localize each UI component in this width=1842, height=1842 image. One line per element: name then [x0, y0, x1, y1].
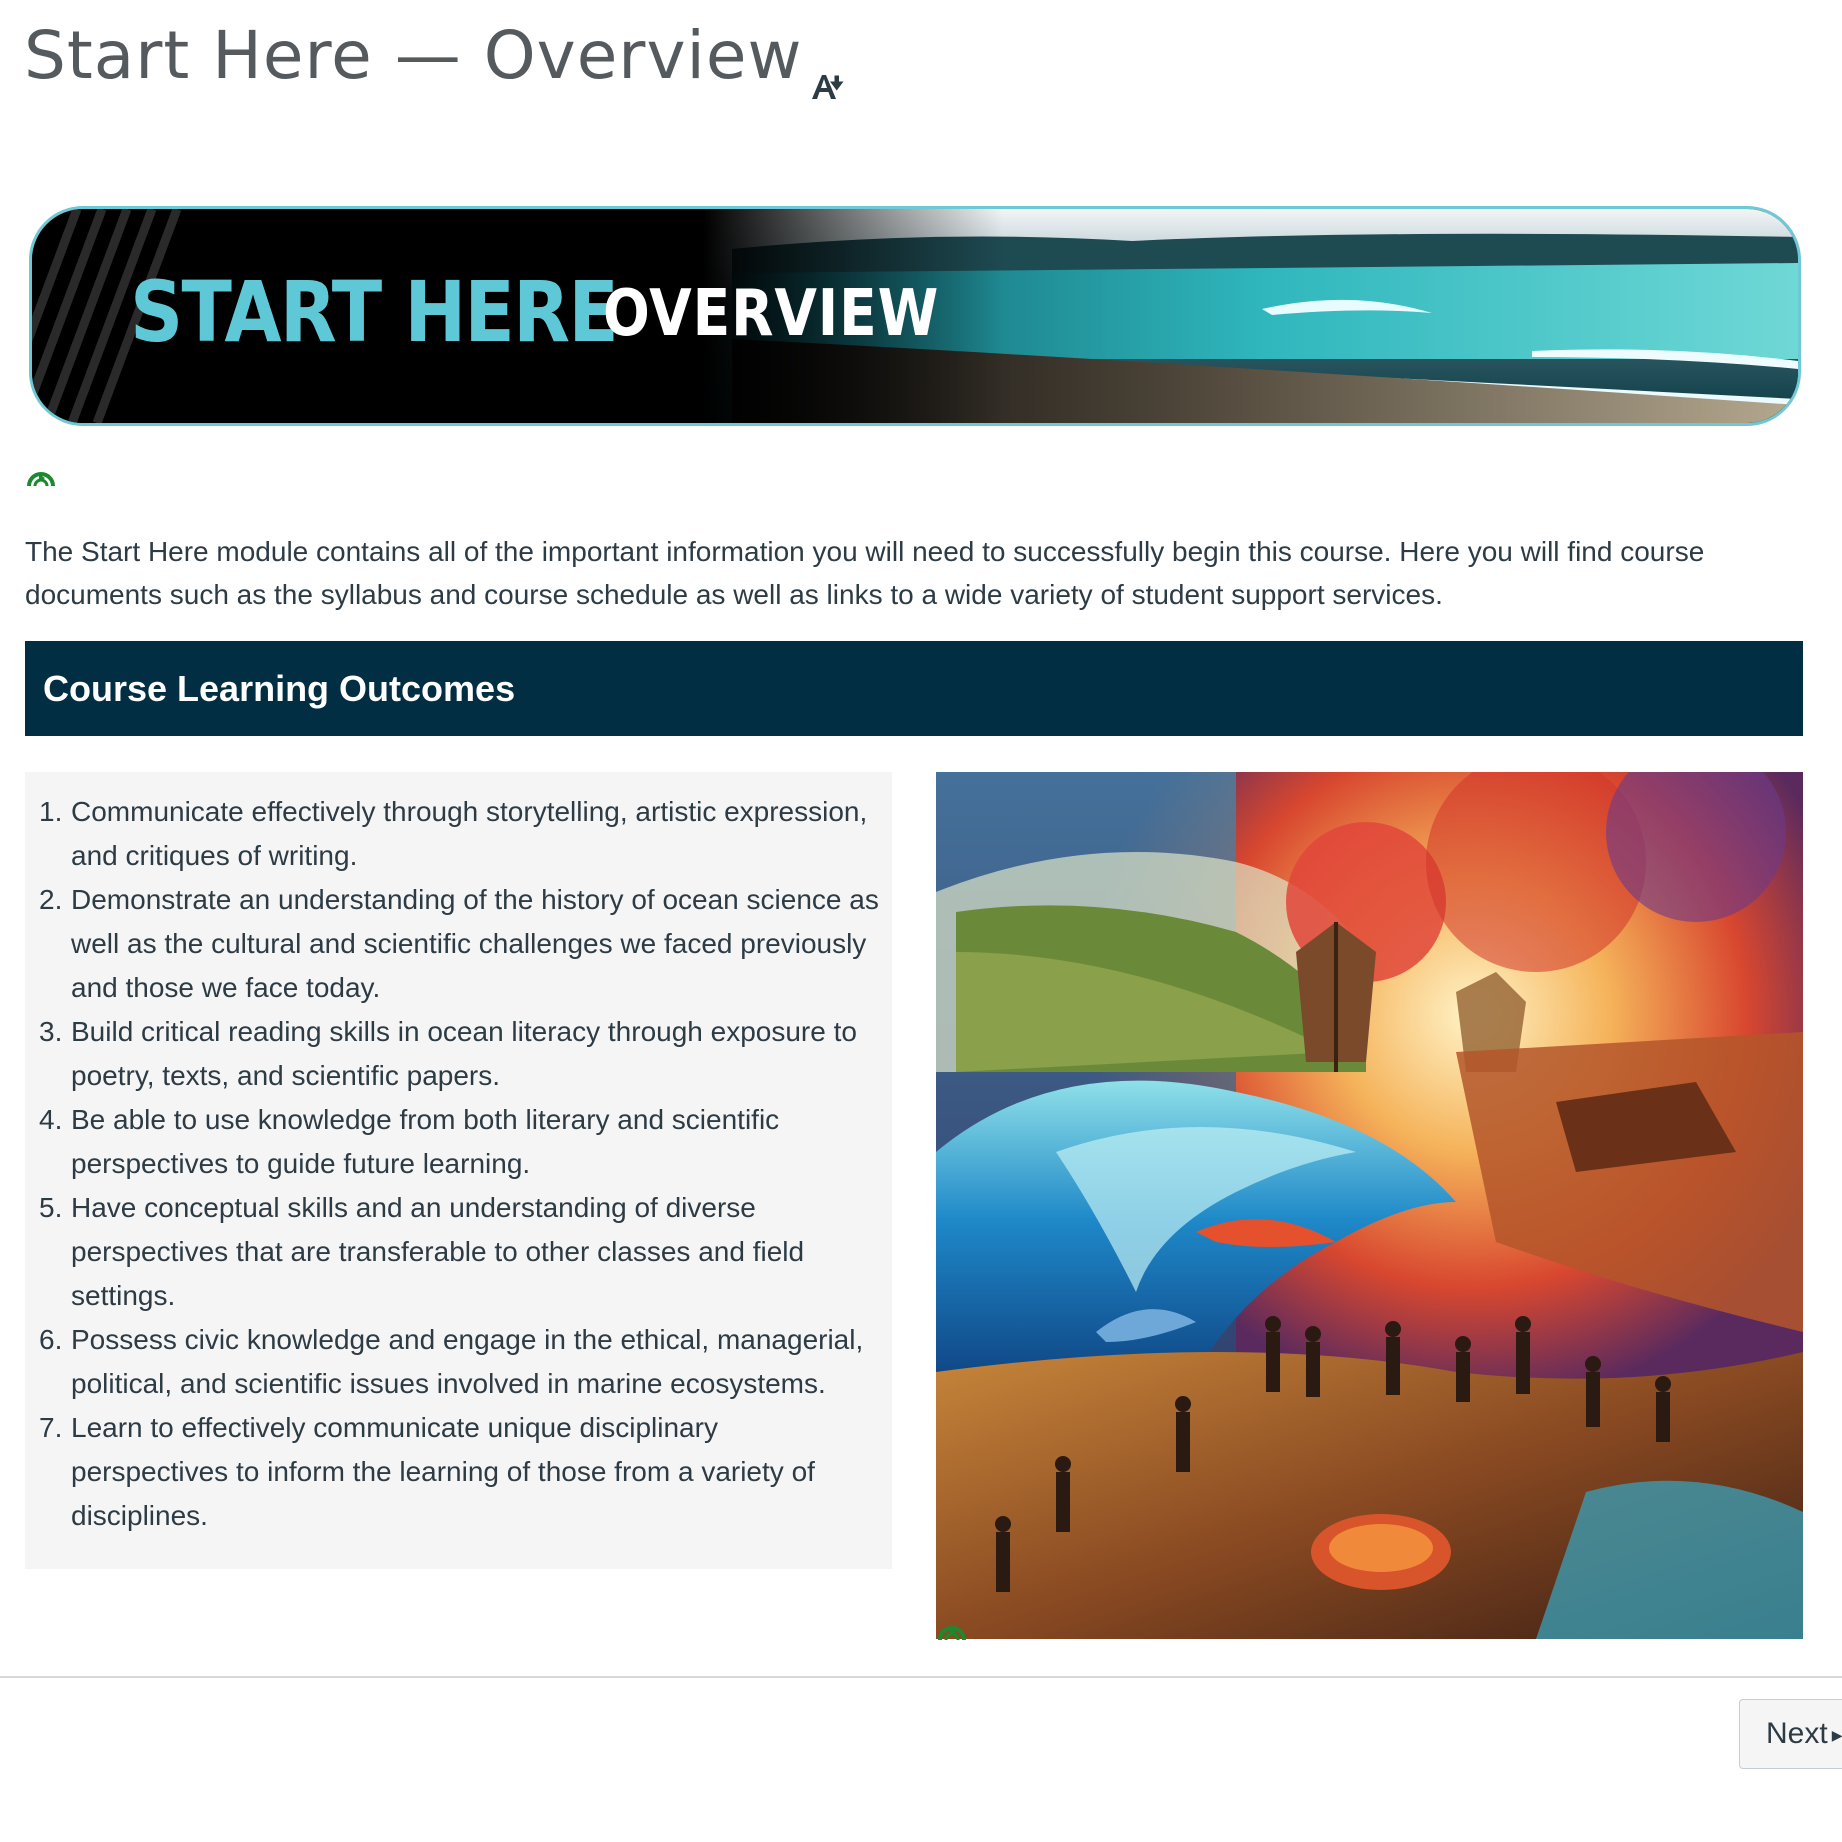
course-learning-outcomes-heading: Course Learning Outcomes: [25, 641, 1803, 736]
outcome-item: 3. Build critical reading skills in ocean…: [39, 1010, 882, 1098]
outcome-number: 3.: [39, 1016, 63, 1047]
next-button-label: Next: [1766, 1717, 1828, 1750]
banner-start-here-text: START HERE: [130, 263, 619, 361]
outcome-number: 7.: [39, 1412, 63, 1443]
outcome-number: 1.: [39, 796, 63, 827]
page-title-text: Start Here — Overview: [24, 17, 803, 94]
outcome-item: 6. Possess civic knowledge and engage in …: [39, 1318, 882, 1406]
outcome-number: 5.: [39, 1192, 63, 1223]
page-title: Start Here — Overview: [24, 10, 856, 102]
start-here-banner: START HERE OVERVIEW: [29, 206, 1801, 426]
outcome-item: 5. Have conceptual skills and an understa…: [39, 1186, 882, 1318]
outcome-number: 6.: [39, 1324, 63, 1355]
footer-divider: [0, 1676, 1842, 1678]
outcome-text: Have conceptual skills and an understand…: [71, 1192, 805, 1311]
outcome-text: Learn to effectively communicate unique …: [71, 1412, 815, 1531]
caret-right-icon: ▶: [1831, 1727, 1842, 1744]
outcome-item: 2. Demonstrate an understanding of the hi…: [39, 878, 882, 1010]
outcome-text: Build critical reading skills in ocean l…: [71, 1016, 857, 1091]
next-button[interactable]: Next ▶: [1739, 1699, 1842, 1769]
green-refresh-status-icon: [938, 1626, 966, 1641]
outcome-text: Be able to use knowledge from both liter…: [71, 1104, 780, 1179]
outcome-text: Demonstrate an understanding of the hist…: [71, 884, 879, 1003]
outcomes-list: 1. Communicate effectively through storyt…: [39, 790, 882, 1538]
outcome-text: Communicate effectively through storytel…: [71, 796, 868, 871]
outcomes-panel: 1. Communicate effectively through storyt…: [25, 772, 892, 1569]
ocean-history-illustration: [936, 772, 1803, 1639]
green-refresh-status-icon: [27, 472, 55, 487]
outcome-item: 1. Communicate effectively through storyt…: [39, 790, 882, 878]
outcome-item: 4. Be able to use knowledge from both lit…: [39, 1098, 882, 1186]
banner-overview-text: OVERVIEW: [603, 277, 940, 351]
accessibility-text-icon[interactable]: [808, 41, 856, 99]
outcome-item: 7. Learn to effectively communicate uniqu…: [39, 1406, 882, 1538]
outcome-number: 2.: [39, 884, 63, 915]
intro-paragraph: The Start Here module contains all of th…: [25, 536, 1705, 610]
outcome-text: Possess civic knowledge and engage in th…: [71, 1324, 864, 1399]
banner-heading: START HERE OVERVIEW: [130, 257, 994, 367]
outcome-number: 4.: [39, 1104, 63, 1135]
